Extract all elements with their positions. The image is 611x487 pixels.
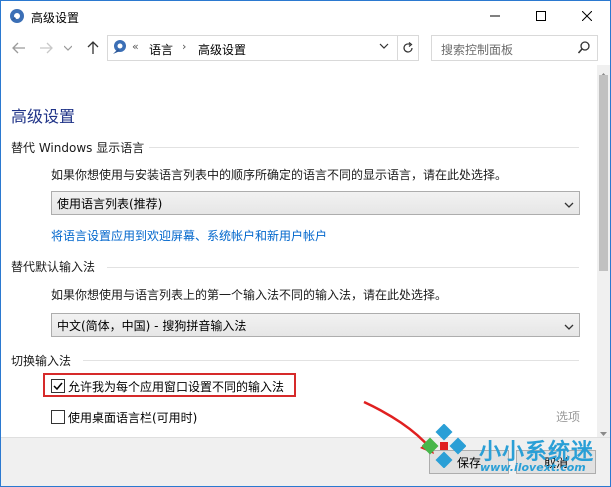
desktop-language-bar-label: 使用桌面语言栏(可用时)	[68, 411, 198, 425]
apply-language-settings-link[interactable]: 将语言设置应用到欢迎屏幕、系统帐户和新用户帐户	[51, 227, 327, 244]
close-icon	[582, 11, 592, 21]
desktop-language-bar-checkbox[interactable]	[51, 410, 65, 424]
display-language-dropdown[interactable]: 使用语言列表(推荐)	[51, 191, 580, 215]
input-method-heading: 替代默认输入法	[11, 260, 96, 274]
minimize-button[interactable]	[472, 1, 518, 31]
search-box[interactable]: 搜索控制面板	[431, 35, 598, 61]
watermark-logo	[421, 423, 467, 469]
section-divider	[149, 147, 579, 148]
scrollbar-thumb[interactable]	[599, 75, 608, 271]
breadcrumb-separator-icon: ›	[182, 40, 187, 53]
display-language-selected: 使用语言列表(推荐)	[57, 197, 163, 211]
options-link[interactable]: 选项	[556, 408, 580, 425]
vertical-scrollbar[interactable]	[597, 65, 610, 437]
input-method-selected: 中文(简体，中国) - 搜狗拼音输入法	[57, 319, 247, 333]
input-method-dropdown[interactable]: 中文(简体，中国) - 搜狗拼音输入法	[51, 313, 580, 337]
maximize-icon	[536, 11, 546, 21]
close-button[interactable]	[564, 1, 610, 31]
back-arrow-icon[interactable]	[11, 40, 27, 56]
title-bar[interactable]: 高级设置	[1, 1, 610, 31]
refresh-button[interactable]	[398, 35, 419, 61]
address-bar[interactable]: « 语言 › 高级设置	[107, 35, 398, 61]
input-method-description: 如果你想使用与语言列表上的第一个输入法不同的输入法，请在此处选择。	[51, 288, 448, 302]
refresh-icon	[403, 42, 413, 53]
control-panel-icon	[111, 39, 129, 58]
navigation-bar: « 语言 › 高级设置 搜索控制面板	[1, 31, 610, 65]
window-title: 高级设置	[31, 11, 80, 25]
display-language-description: 如果你想使用与安装语言列表中的顺序所确定的语言不同的显示语言，请在此处选择。	[51, 168, 508, 182]
annotation-highlight-box	[43, 373, 296, 397]
search-icon[interactable]	[577, 41, 590, 57]
breadcrumb-item-language[interactable]: 语言	[149, 41, 173, 58]
content-area: 高级设置 替代 Windows 显示语言 如果你想使用与安装语言列表中的顺序所确…	[1, 65, 597, 437]
chevron-down-icon	[564, 199, 574, 213]
search-input[interactable]: 搜索控制面板	[441, 41, 513, 58]
minimize-icon	[490, 15, 500, 17]
breadcrumb-overflow[interactable]: «	[132, 40, 139, 53]
maximize-button[interactable]	[518, 1, 564, 31]
display-language-heading: 替代 Windows 显示语言	[11, 141, 145, 155]
advanced-settings-window: 高级设置 « 语言 › 高级设置 搜索控制面板 高级设置 替代 Windows …	[0, 0, 611, 487]
address-history-chevron-icon[interactable]	[379, 40, 389, 54]
control-panel-icon	[9, 8, 25, 24]
breadcrumb-item-advanced[interactable]: 高级设置	[198, 41, 246, 58]
page-title: 高级设置	[11, 107, 76, 126]
switch-input-heading: 切换输入法	[11, 354, 72, 368]
section-divider	[107, 267, 579, 268]
watermark-url: www.ilovext.com	[480, 461, 586, 474]
section-divider	[83, 360, 579, 361]
chevron-down-icon	[564, 321, 574, 335]
forward-arrow-icon[interactable]	[38, 40, 54, 56]
recent-locations-icon[interactable]	[63, 40, 73, 56]
up-arrow-icon[interactable]	[85, 40, 101, 56]
